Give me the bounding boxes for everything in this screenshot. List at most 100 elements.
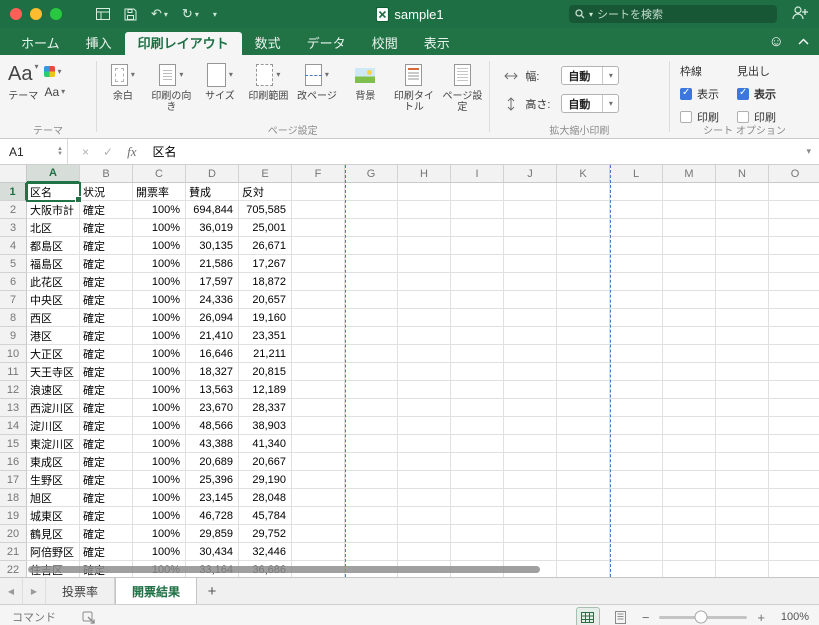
- themes-button[interactable]: Aa ▾ テーマ: [8, 63, 38, 103]
- cell-M8[interactable]: [663, 309, 716, 327]
- cancel-button[interactable]: ×: [82, 145, 89, 159]
- column-header-F[interactable]: F: [292, 165, 345, 183]
- cell-D3[interactable]: 36,019: [186, 219, 239, 237]
- cell-B3[interactable]: 確定: [80, 219, 133, 237]
- cell-J16[interactable]: [504, 453, 557, 471]
- cell-N2[interactable]: [716, 201, 769, 219]
- cell-H10[interactable]: [398, 345, 451, 363]
- cell-O21[interactable]: [769, 543, 819, 561]
- cell-L4[interactable]: [610, 237, 663, 255]
- cell-B7[interactable]: 確定: [80, 291, 133, 309]
- cell-L22[interactable]: [610, 561, 663, 577]
- share-button[interactable]: [791, 5, 809, 26]
- row-header-19[interactable]: 19: [0, 507, 27, 525]
- cell-B5[interactable]: 確定: [80, 255, 133, 273]
- cell-O2[interactable]: [769, 201, 819, 219]
- cell-F7[interactable]: [292, 291, 345, 309]
- view-switcher-button[interactable]: [96, 8, 110, 20]
- cell-B12[interactable]: 確定: [80, 381, 133, 399]
- cell-M17[interactable]: [663, 471, 716, 489]
- cell-N7[interactable]: [716, 291, 769, 309]
- column-header-M[interactable]: M: [663, 165, 716, 183]
- row-header-21[interactable]: 21: [0, 543, 27, 561]
- cell-L14[interactable]: [610, 417, 663, 435]
- cell-M11[interactable]: [663, 363, 716, 381]
- cell-A5[interactable]: 福島区: [27, 255, 80, 273]
- ribbon-tab-校閲[interactable]: 校閲: [359, 32, 411, 55]
- cell-N14[interactable]: [716, 417, 769, 435]
- cell-J8[interactable]: [504, 309, 557, 327]
- cell-A17[interactable]: 生野区: [27, 471, 80, 489]
- cell-M2[interactable]: [663, 201, 716, 219]
- cell-K22[interactable]: [557, 561, 610, 577]
- cell-K13[interactable]: [557, 399, 610, 417]
- cell-F14[interactable]: [292, 417, 345, 435]
- cell-C18[interactable]: 100%: [133, 489, 186, 507]
- row-header-10[interactable]: 10: [0, 345, 27, 363]
- cell-C5[interactable]: 100%: [133, 255, 186, 273]
- cell-J17[interactable]: [504, 471, 557, 489]
- cell-C1[interactable]: 開票率: [133, 183, 186, 201]
- cell-G5[interactable]: [345, 255, 398, 273]
- column-header-N[interactable]: N: [716, 165, 769, 183]
- cell-O7[interactable]: [769, 291, 819, 309]
- cell-O4[interactable]: [769, 237, 819, 255]
- cell-N13[interactable]: [716, 399, 769, 417]
- cell-M20[interactable]: [663, 525, 716, 543]
- cell-E12[interactable]: 12,189: [239, 381, 292, 399]
- cell-E21[interactable]: 32,446: [239, 543, 292, 561]
- row-header-11[interactable]: 11: [0, 363, 27, 381]
- page-layout-view-button[interactable]: [610, 608, 632, 625]
- cell-H3[interactable]: [398, 219, 451, 237]
- feedback-smiley-icon[interactable]: ☺: [769, 34, 784, 49]
- cell-I6[interactable]: [451, 273, 504, 291]
- cell-F2[interactable]: [292, 201, 345, 219]
- cell-J6[interactable]: [504, 273, 557, 291]
- cell-M10[interactable]: [663, 345, 716, 363]
- row-header-6[interactable]: 6: [0, 273, 27, 291]
- cell-O15[interactable]: [769, 435, 819, 453]
- cell-O13[interactable]: [769, 399, 819, 417]
- cell-L21[interactable]: [610, 543, 663, 561]
- cell-I14[interactable]: [451, 417, 504, 435]
- cell-D15[interactable]: 43,388: [186, 435, 239, 453]
- cell-G1[interactable]: [345, 183, 398, 201]
- cell-J9[interactable]: [504, 327, 557, 345]
- cell-G18[interactable]: [345, 489, 398, 507]
- cell-L15[interactable]: [610, 435, 663, 453]
- cell-C19[interactable]: 100%: [133, 507, 186, 525]
- cell-L3[interactable]: [610, 219, 663, 237]
- cell-E7[interactable]: 20,657: [239, 291, 292, 309]
- insert-function-button[interactable]: fx: [127, 144, 136, 160]
- cell-L8[interactable]: [610, 309, 663, 327]
- cell-M4[interactable]: [663, 237, 716, 255]
- row-header-1[interactable]: 1: [0, 183, 27, 201]
- cell-I15[interactable]: [451, 435, 504, 453]
- cell-D16[interactable]: 20,689: [186, 453, 239, 471]
- cell-O11[interactable]: [769, 363, 819, 381]
- cell-C12[interactable]: 100%: [133, 381, 186, 399]
- column-header-K[interactable]: K: [557, 165, 610, 183]
- cell-N4[interactable]: [716, 237, 769, 255]
- cell-N11[interactable]: [716, 363, 769, 381]
- ribbon-tab-表示[interactable]: 表示: [411, 32, 463, 55]
- cell-G14[interactable]: [345, 417, 398, 435]
- cell-I19[interactable]: [451, 507, 504, 525]
- formula-content[interactable]: 区名: [152, 143, 176, 160]
- cell-J20[interactable]: [504, 525, 557, 543]
- cell-B10[interactable]: 確定: [80, 345, 133, 363]
- cell-L12[interactable]: [610, 381, 663, 399]
- cell-E9[interactable]: 23,351: [239, 327, 292, 345]
- cell-M13[interactable]: [663, 399, 716, 417]
- cell-F20[interactable]: [292, 525, 345, 543]
- column-header-A[interactable]: A: [27, 165, 80, 183]
- undo-button[interactable]: ↶ ▾: [151, 6, 168, 22]
- cell-K17[interactable]: [557, 471, 610, 489]
- cell-I1[interactable]: [451, 183, 504, 201]
- cell-A8[interactable]: 西区: [27, 309, 80, 327]
- cell-A7[interactable]: 中央区: [27, 291, 80, 309]
- cell-C8[interactable]: 100%: [133, 309, 186, 327]
- cell-H15[interactable]: [398, 435, 451, 453]
- cell-G8[interactable]: [345, 309, 398, 327]
- cell-H18[interactable]: [398, 489, 451, 507]
